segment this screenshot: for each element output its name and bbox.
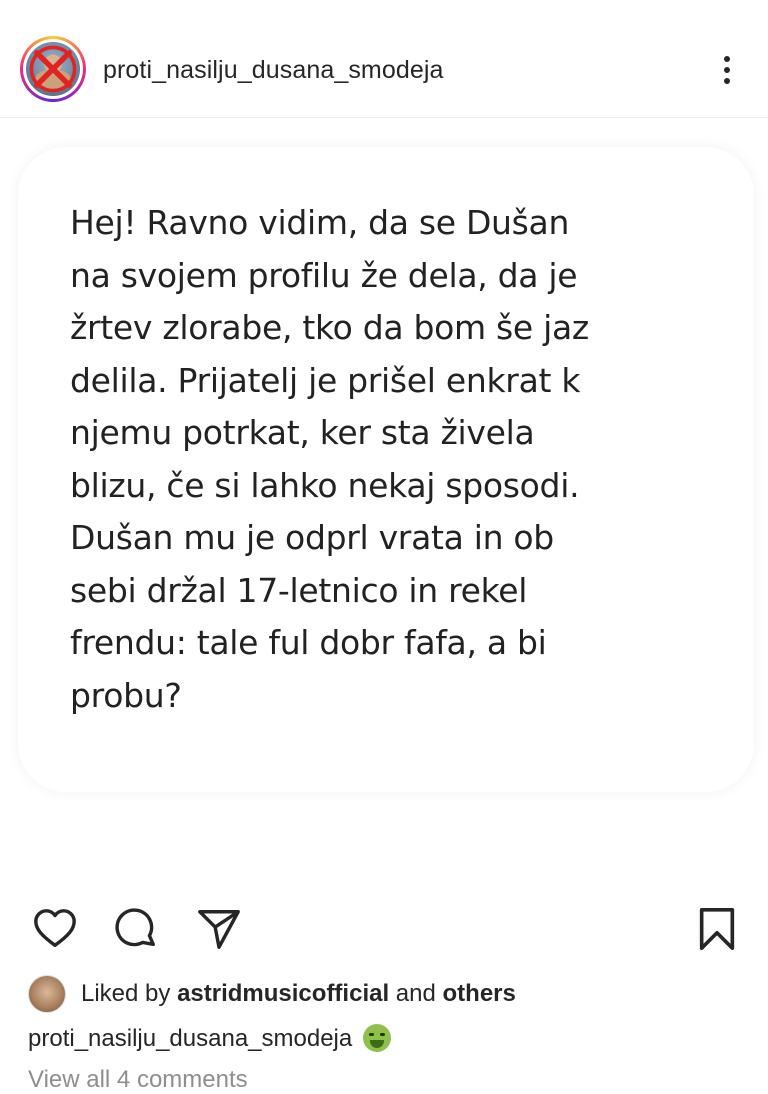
- caption: proti_nasilju_dusana_smodeja: [28, 1024, 391, 1053]
- caption-username[interactable]: proti_nasilju_dusana_smodeja: [28, 1025, 352, 1052]
- post-text-line: delila. Prijatelj je prišel enkrat k: [70, 360, 581, 400]
- likes-others[interactable]: others: [443, 980, 516, 1007]
- likes-text: Liked by astridmusicofficial and others: [81, 980, 516, 1008]
- action-bar: [0, 900, 768, 960]
- liker-avatar: [28, 975, 66, 1013]
- view-all-comments-link[interactable]: View all 4 comments: [28, 1066, 248, 1094]
- post-text-line: probu?: [70, 675, 182, 715]
- post-text-line: njemu potrkat, ker sta živela: [70, 413, 535, 452]
- post-username[interactable]: proti_nasilju_dusana_smodeja: [103, 56, 444, 85]
- instagram-post: proti_nasilju_dusana_smodeja Hej! Ravno …: [0, 0, 768, 1094]
- post-media[interactable]: Hej! Ravno vidim, da se Dušan na svojem …: [0, 119, 768, 879]
- liker-username[interactable]: astridmusicofficial: [177, 980, 389, 1007]
- share-icon[interactable]: [196, 906, 242, 952]
- post-text-line: blizu, če si lahko nekaj sposodi.: [70, 465, 580, 505]
- post-text: Hej! Ravno vidim, da se Dušan na svojem …: [70, 197, 720, 722]
- text-card: Hej! Ravno vidim, da se Dušan na svojem …: [18, 147, 754, 792]
- post-text-line: sebi držal 17-letnico in rekel: [70, 570, 528, 610]
- likes-prefix: Liked by: [81, 980, 171, 1007]
- post-text-line: na svojem profilu že dela, da je: [70, 255, 578, 295]
- heart-icon[interactable]: [32, 906, 78, 952]
- post-header: proti_nasilju_dusana_smodeja: [0, 0, 768, 118]
- likes-row[interactable]: Liked by astridmusicofficial and others: [28, 973, 748, 1013]
- avatar: [26, 42, 80, 96]
- bookmark-icon[interactable]: [694, 906, 740, 952]
- post-text-line: žrtev zlorabe, tko da bom še jaz: [70, 308, 589, 347]
- post-text-line: Dušan mu je odprl vrata in ob: [70, 518, 554, 557]
- post-text-line: frendu: tale ful dobr fafa, a bi: [70, 623, 547, 662]
- dot: [724, 67, 730, 73]
- dot: [724, 78, 730, 84]
- more-options-button[interactable]: [712, 50, 742, 90]
- comment-icon[interactable]: [113, 906, 159, 952]
- nauseated-face-emoji: [362, 1024, 391, 1052]
- dot: [724, 56, 730, 62]
- story-ring[interactable]: [20, 36, 86, 102]
- likes-and: and: [395, 980, 436, 1007]
- post-text-line: Hej! Ravno vidim, da se Dušan: [70, 203, 570, 242]
- no-sign-icon: [29, 45, 77, 93]
